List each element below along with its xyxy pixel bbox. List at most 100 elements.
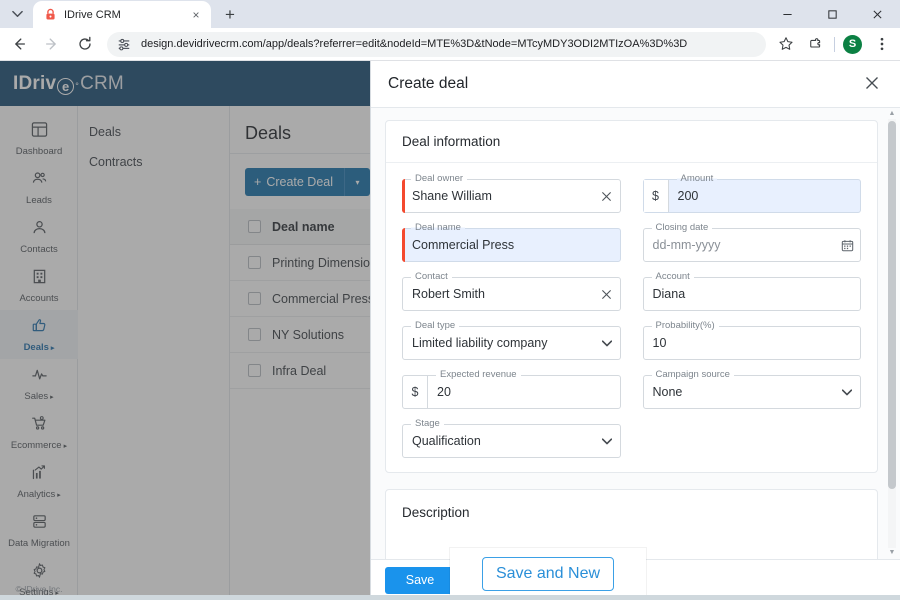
field-box: 10: [642, 326, 861, 360]
field-label: Deal type: [411, 320, 460, 331]
create-deal-button[interactable]: + Create Deal ▾: [245, 168, 371, 196]
window-bottom-edge: [0, 595, 900, 600]
extensions-puzzle-icon[interactable]: [801, 31, 828, 58]
clear-icon[interactable]: [594, 191, 620, 202]
window-minimize-button[interactable]: [765, 0, 810, 28]
closing-date-field[interactable]: dd-mm-yyyy Closing date: [642, 222, 861, 262]
sidebar-item-analytics[interactable]: Analytics ▸: [0, 457, 78, 506]
clear-icon[interactable]: [594, 289, 620, 300]
sidebar-item-deals[interactable]: Deals ▸: [0, 310, 78, 359]
stage-value: Qualification: [412, 434, 481, 448]
campaign-source-select[interactable]: None Campaign source: [642, 369, 861, 409]
database-icon: [31, 513, 48, 535]
site-settings-tune-icon[interactable]: [117, 37, 133, 51]
sidebar-item-leads[interactable]: Leads: [0, 163, 78, 212]
chevron-down-icon[interactable]: [594, 339, 620, 347]
forward-button-icon[interactable]: [38, 30, 66, 58]
dashboard-icon: [31, 121, 48, 143]
magnified-save-and-new-button[interactable]: Save and New: [482, 557, 614, 591]
section-heading: Deal information: [386, 121, 877, 163]
back-button-icon[interactable]: [5, 30, 33, 58]
account-value: Diana: [652, 287, 686, 301]
address-bar[interactable]: design.devidrivecrm.com/app/deals?referr…: [107, 31, 766, 57]
field-label: Closing date: [651, 222, 713, 233]
chevron-down-icon[interactable]: [594, 437, 620, 445]
calendar-icon[interactable]: [834, 239, 860, 252]
sidebar-item-ecommerce[interactable]: Ecommerce ▸: [0, 408, 78, 457]
deal-owner-value: Shane William: [412, 189, 492, 203]
row-checkbox[interactable]: [248, 364, 261, 377]
window-close-button[interactable]: [855, 0, 900, 28]
address-bar-url: design.devidrivecrm.com/app/deals?referr…: [141, 38, 688, 50]
deal-type-select[interactable]: Limited liability company Deal type: [402, 320, 621, 360]
probability-value: 10: [652, 336, 667, 350]
sidebar-item-dashboard[interactable]: Dashboard: [0, 114, 78, 163]
sidebar-label: Deals ▸: [23, 341, 55, 353]
select-all-checkbox[interactable]: [248, 220, 261, 233]
three-dot-menu-icon[interactable]: [868, 31, 895, 58]
sidebar-label: Leads: [26, 194, 52, 206]
stage-select[interactable]: Qualification Stage: [402, 418, 621, 458]
field-box: Robert Smith: [402, 277, 621, 311]
row-checkbox[interactable]: [248, 328, 261, 341]
tab-search-icon[interactable]: [3, 0, 31, 27]
chevron-down-icon[interactable]: [834, 388, 860, 396]
field-label: Expected revenue: [436, 369, 521, 380]
deal-name-cell: Commercial Press: [272, 291, 375, 306]
modal-vertical-scrollbar[interactable]: ▲ ▼: [886, 108, 898, 559]
contact-field[interactable]: Robert Smith Contact: [402, 271, 621, 311]
reload-button-icon[interactable]: [71, 30, 99, 58]
sidebar-item-contacts[interactable]: Contacts: [0, 212, 78, 261]
contacts-icon: [31, 219, 48, 241]
sidebar-label: Data Migration: [8, 537, 70, 549]
logo-text-part2: CRM: [80, 72, 124, 94]
probability-field[interactable]: 10 Probability(%): [642, 320, 861, 360]
field-label: Stage: [411, 418, 444, 429]
browser-tab[interactable]: IDrive CRM ×: [33, 1, 211, 28]
window-maximize-button[interactable]: [810, 0, 855, 28]
logo-e-circle-icon: e: [57, 77, 75, 95]
account-field[interactable]: Diana Account: [642, 271, 861, 311]
currency-prefix: $: [643, 180, 669, 212]
new-tab-button[interactable]: +: [217, 1, 243, 27]
amount-field[interactable]: $ 200 Amount: [642, 173, 861, 213]
deal-name-field[interactable]: Commercial Press Deal name: [402, 222, 621, 262]
create-deal-label: + Create Deal: [254, 175, 334, 189]
sidebar-label: Contacts: [20, 243, 58, 255]
bookmark-star-icon[interactable]: [772, 31, 799, 58]
expected-revenue-field[interactable]: $ 20 Expected revenue: [402, 369, 621, 409]
row-checkbox[interactable]: [248, 292, 261, 305]
chevron-right-icon: ▸: [63, 442, 68, 450]
subnav-item-deals[interactable]: Deals: [78, 117, 229, 147]
close-icon[interactable]: [861, 73, 883, 96]
modal-body: Deal information Shane William Deal owne: [371, 108, 900, 559]
sidebar-copyright: © IDrive Inc.: [15, 584, 63, 594]
sidebar-item-accounts[interactable]: Accounts: [0, 261, 78, 310]
create-deal-dropdown-caret-icon[interactable]: ▾: [345, 168, 370, 196]
profile-avatar[interactable]: S: [839, 31, 866, 58]
save-button[interactable]: Save: [385, 566, 455, 594]
sidebar-label: Ecommerce ▸: [10, 439, 68, 451]
deal-name-cell: NY Solutions: [272, 327, 345, 342]
deal-name-cell: Infra Deal: [272, 363, 327, 378]
sidebar-item-sales[interactable]: Sales ▸: [0, 359, 78, 408]
row-checkbox[interactable]: [248, 256, 261, 269]
amount-value: 200: [677, 189, 699, 203]
deal-owner-field[interactable]: Shane William Deal owner: [402, 173, 621, 213]
field-box: Diana: [642, 277, 861, 311]
secondary-sidebar: Deals Contracts: [78, 106, 230, 600]
field-label: Amount: [676, 173, 718, 184]
subnav-item-contracts[interactable]: Contracts: [78, 147, 229, 177]
tab-close-icon[interactable]: ×: [188, 7, 204, 23]
logo-degree: °: [75, 80, 80, 91]
scroll-up-arrow-icon[interactable]: ▲: [888, 110, 896, 118]
contact-value: Robert Smith: [412, 287, 485, 301]
scroll-down-arrow-icon[interactable]: ▼: [888, 549, 896, 557]
field-box: $ 20: [402, 375, 621, 409]
field-label: Account: [651, 271, 694, 282]
field-box: $ 200: [642, 179, 861, 213]
sidebar-item-data-migration[interactable]: Data Migration: [0, 506, 78, 555]
scroll-thumb[interactable]: [888, 121, 896, 489]
chevron-right-icon: ▸: [50, 393, 54, 401]
closing-date-placeholder: dd-mm-yyyy: [652, 238, 721, 252]
